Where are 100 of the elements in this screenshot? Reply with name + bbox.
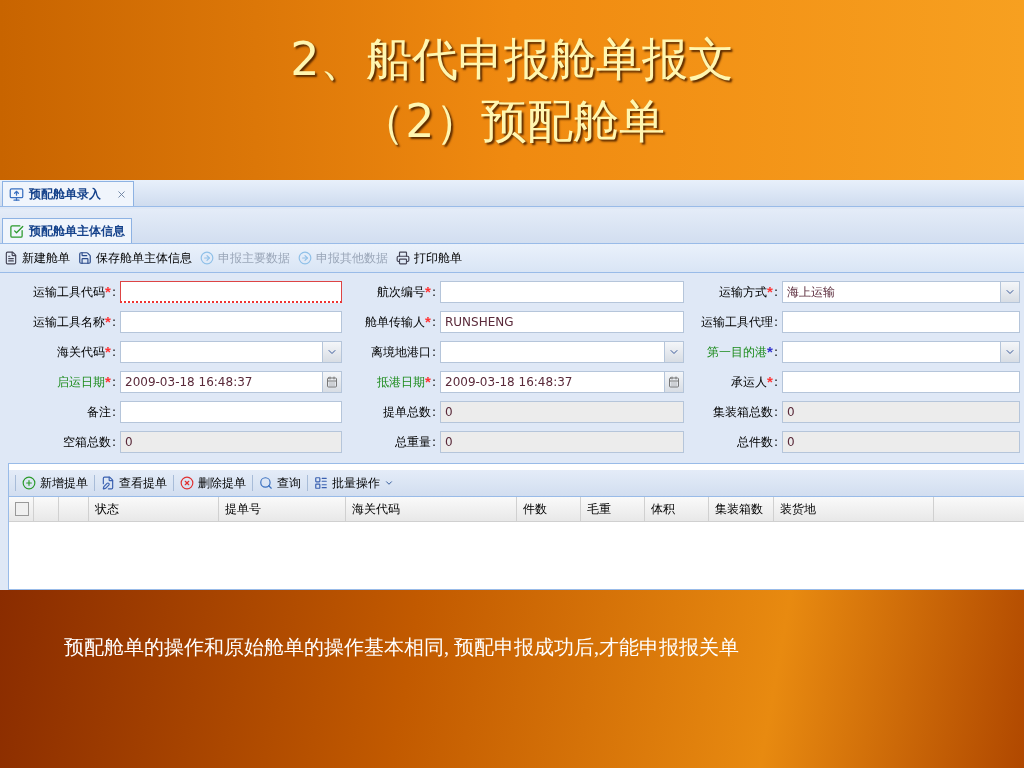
required-mark: *	[105, 376, 111, 388]
dropdown-field[interactable]	[120, 341, 342, 363]
required-mark: *	[105, 316, 111, 328]
toolbar-button[interactable]: 打印舱单	[396, 249, 462, 267]
label-colon: :	[111, 285, 116, 299]
input-field[interactable]: RUNSHENG	[440, 311, 684, 333]
field-label: 承运人	[731, 373, 768, 391]
field-label: 总件数	[736, 433, 773, 451]
checkbox-icon	[9, 223, 24, 239]
required-mark: *	[425, 286, 431, 298]
date-field[interactable]: 2009-03-18 16:48:37	[440, 371, 684, 393]
field-label: 运输工具代码	[33, 283, 106, 301]
field-label: 运输工具代理	[700, 313, 773, 331]
calendar-icon	[326, 376, 338, 388]
label-colon: :	[431, 435, 436, 449]
label-colon: :	[111, 315, 116, 329]
input-field[interactable]	[782, 311, 1020, 333]
label-colon: :	[431, 375, 436, 389]
input-field[interactable]	[440, 281, 684, 303]
tab-label: 预配舱单主体信息	[29, 222, 125, 240]
toolbar-button[interactable]: 查询	[259, 474, 301, 492]
input-field[interactable]: 0	[440, 401, 684, 423]
column-header[interactable]: 件数	[517, 497, 581, 521]
dropdown-field[interactable]	[782, 341, 1020, 363]
column-header[interactable]: 体积	[645, 497, 709, 521]
field-label: 运输方式	[719, 283, 768, 301]
input-field[interactable]	[120, 311, 342, 333]
save-icon	[78, 251, 92, 265]
list-icon	[314, 476, 328, 490]
field-label: 集装箱总数	[712, 403, 773, 421]
label-colon: :	[773, 375, 778, 389]
field-label: 启运日期	[57, 373, 106, 391]
input-field[interactable]	[120, 281, 342, 303]
label-colon: :	[773, 345, 778, 359]
column-header[interactable]: 毛重	[581, 497, 645, 521]
add-icon	[22, 476, 36, 490]
search-icon	[259, 476, 273, 490]
toolbar-button[interactable]: 新增提单	[22, 474, 88, 492]
label-colon: :	[111, 345, 116, 359]
input-field[interactable]: 0	[440, 431, 684, 453]
printer-icon	[396, 251, 410, 265]
column-header[interactable]: 集装箱数	[709, 497, 774, 521]
checkbox[interactable]	[15, 502, 29, 516]
input-field[interactable]: 0	[120, 431, 342, 453]
label-colon: :	[111, 435, 116, 449]
dropdown-field[interactable]: 海上运输	[782, 281, 1020, 303]
field-label: 海关代码	[57, 343, 106, 361]
tab[interactable]: 预配舱单录入	[2, 181, 134, 206]
column-header[interactable]: 海关代码	[346, 497, 517, 521]
slide-caption: 预配舱单的操作和原始舱单的操作基本相同, 预配申报成功后,才能申报报关单	[64, 635, 740, 660]
close-icon[interactable]	[116, 188, 127, 200]
input-field[interactable]	[782, 371, 1020, 393]
input-field[interactable]: 0	[782, 431, 1020, 453]
required-mark: *	[425, 316, 431, 328]
toolbar-button[interactable]: 保存舱单主体信息	[78, 249, 192, 267]
field-label: 总重量	[394, 433, 431, 451]
label-colon: :	[111, 375, 116, 389]
column-header[interactable]: 状态	[89, 497, 219, 521]
column-header[interactable]: 装货地	[774, 497, 934, 521]
field-label: 提单总数	[382, 403, 431, 421]
delete-icon	[180, 476, 194, 490]
label-colon: :	[773, 285, 778, 299]
label-colon: :	[431, 345, 436, 359]
tab-label: 预配舱单录入	[29, 185, 101, 203]
input-field[interactable]: 0	[782, 401, 1020, 423]
label-colon: :	[773, 435, 778, 449]
label-colon: :	[431, 405, 436, 419]
edit-document-icon	[101, 476, 115, 490]
field-label: 离境地港口	[370, 343, 431, 361]
required-mark: *	[105, 346, 111, 358]
tab[interactable]: 预配舱单主体信息	[2, 218, 132, 243]
field-label: 第一目的港	[707, 343, 768, 361]
toolbar-button[interactable]: 删除提单	[180, 474, 246, 492]
toolbar-button[interactable]: 查看提单	[101, 474, 167, 492]
label-colon: :	[773, 405, 778, 419]
field-label: 航次编号	[377, 283, 426, 301]
field-label: 抵港日期	[377, 373, 426, 391]
slide-title: （2）预配舱单	[359, 93, 665, 150]
dropdown-field[interactable]	[440, 341, 684, 363]
calendar-icon	[668, 376, 680, 388]
label-colon: :	[773, 315, 778, 329]
required-mark: *	[767, 346, 773, 358]
caret-icon	[384, 478, 394, 488]
slide-title: 2、船代申报舱单报文	[290, 31, 734, 88]
document-icon	[4, 251, 18, 265]
field-label: 备注	[86, 403, 111, 421]
required-mark: *	[767, 286, 773, 298]
column-header[interactable]: 提单号	[219, 497, 346, 521]
window-icon	[9, 186, 24, 202]
toolbar-button[interactable]: 新建舱单	[4, 249, 70, 267]
required-mark: *	[767, 376, 773, 388]
field-label: 运输工具名称	[33, 313, 106, 331]
toolbar-button[interactable]: 批量操作	[314, 474, 394, 492]
label-colon: :	[431, 285, 436, 299]
required-mark: *	[425, 376, 431, 388]
required-mark: *	[105, 286, 111, 298]
date-field[interactable]: 2009-03-18 16:48:37	[120, 371, 342, 393]
input-field[interactable]	[120, 401, 342, 423]
label-colon: :	[111, 405, 116, 419]
field-label: 舱单传输人	[365, 313, 426, 331]
